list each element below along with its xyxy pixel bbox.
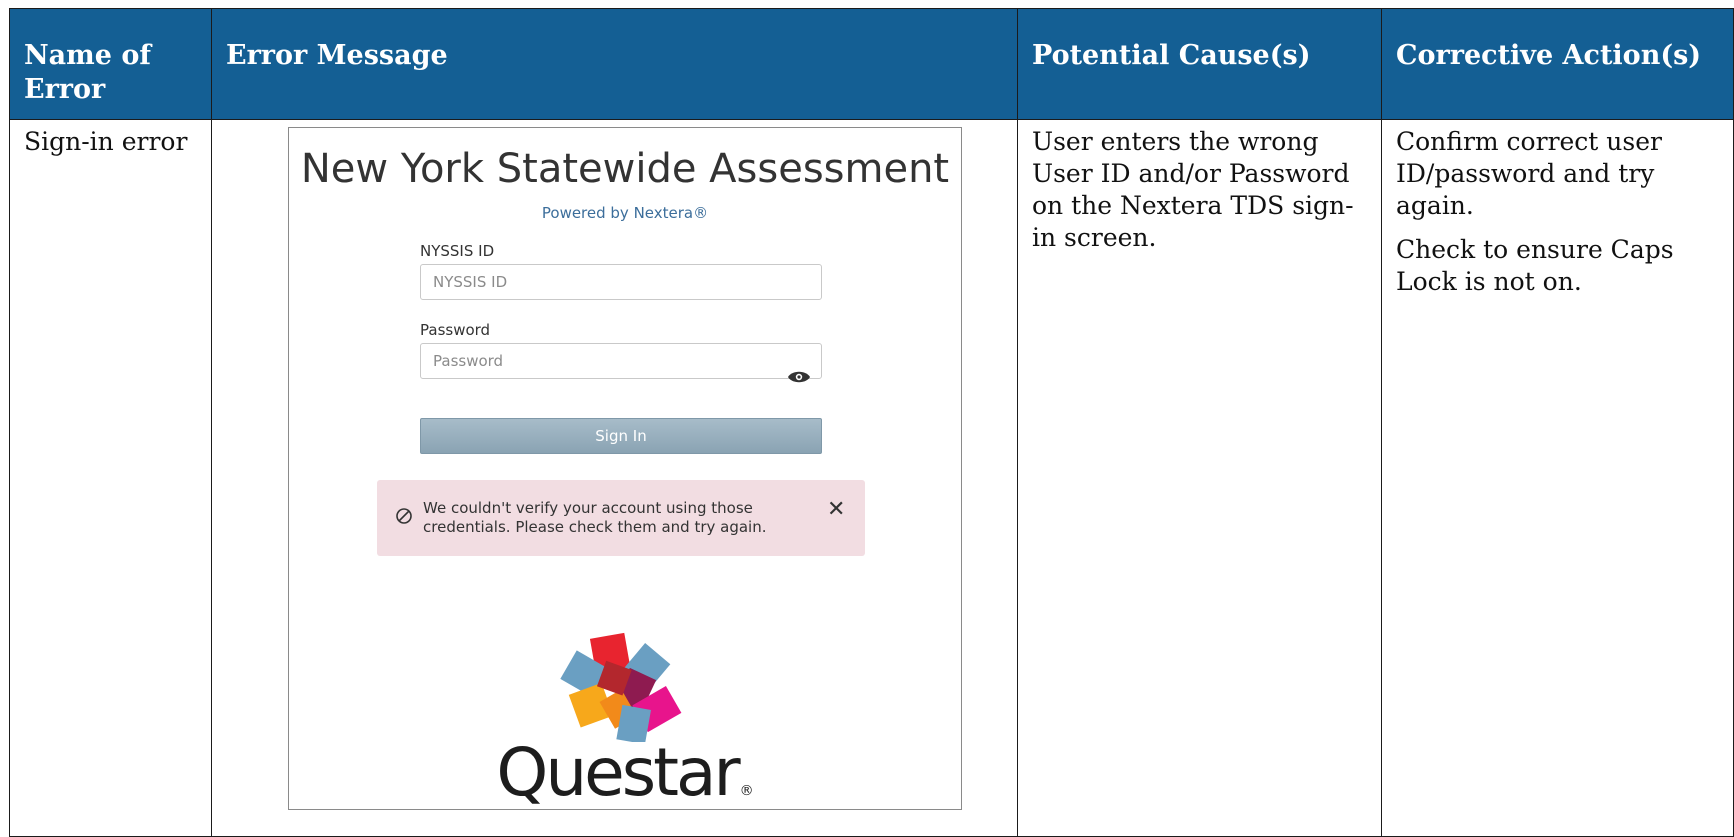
powered-by-link[interactable]: Powered by Nextera® <box>289 204 961 222</box>
actions-cell: Confirm correct user ID/password and try… <box>1381 119 1734 837</box>
action-text: Check to ensure Caps Lock is not on. <box>1396 235 1674 296</box>
registered-mark: ® <box>739 783 754 799</box>
error-name: Sign-in error <box>24 127 188 156</box>
action-text: Confirm correct user ID/password and try… <box>1396 127 1662 220</box>
header-potential-causes: Potential Cause(s) <box>1017 8 1382 120</box>
header-name-of-error: Name of Error <box>9 8 212 120</box>
alert-message: We couldn't verify your account using th… <box>423 499 767 536</box>
assessment-title: New York Statewide Assessment <box>300 146 950 192</box>
sign-in-button[interactable]: Sign In <box>420 418 822 454</box>
cause-text: User enters the wrong User ID and/or Pas… <box>1032 127 1354 252</box>
error-alert: We couldn't verify your account using th… <box>377 480 865 556</box>
error-name-cell: Sign-in error <box>9 119 212 837</box>
blocked-circle-icon <box>395 507 413 529</box>
cause-cell: User enters the wrong User ID and/or Pas… <box>1017 119 1382 837</box>
eye-icon[interactable] <box>787 369 811 389</box>
questar-logo-text: Questar ® <box>289 740 961 824</box>
header-corrective-actions: Corrective Action(s) <box>1381 8 1734 120</box>
password-input[interactable] <box>420 343 822 379</box>
close-icon[interactable]: ✕ <box>827 497 845 522</box>
signin-screenshot: New York Statewide Assessment Powered by… <box>288 127 962 810</box>
header-row: Name of Error Error Message Potential Ca… <box>9 8 1734 120</box>
questar-pinwheel-logo <box>549 622 699 746</box>
nyssis-id-input[interactable] <box>420 264 822 300</box>
header-error-message: Error Message <box>211 8 1018 120</box>
questar-wordmark: Questar <box>496 734 740 811</box>
password-label: Password <box>420 321 491 339</box>
nyssis-id-label: NYSSIS ID <box>420 242 495 260</box>
